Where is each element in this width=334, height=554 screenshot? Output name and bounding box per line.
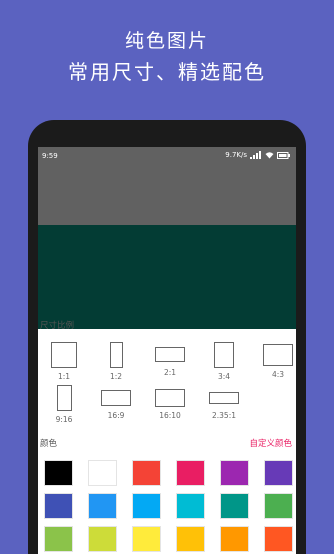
color-swatch-yellow[interactable] (132, 526, 161, 552)
promo-title: 纯色图片 (124, 30, 209, 52)
status-indicators: 9.7K/s (225, 151, 290, 159)
ratio-label: 3:4 (217, 372, 231, 381)
ratio-option-1-2[interactable]: 1:2 (91, 342, 141, 381)
color-swatch-deep-purple[interactable] (264, 460, 293, 486)
ratio-shape (101, 390, 131, 406)
color-swatch-green[interactable] (264, 493, 293, 519)
ratio-shape (263, 344, 293, 366)
ratio-shape (51, 342, 77, 368)
color-swatch-teal[interactable] (220, 493, 249, 519)
color-swatch-light-green[interactable] (44, 526, 73, 552)
ratio-option-9-16[interactable]: 9:16 (39, 385, 89, 424)
color-swatch-amber[interactable] (176, 526, 205, 552)
color-swatch-light-blue[interactable] (132, 493, 161, 519)
color-swatch-deep-orange[interactable] (264, 526, 293, 552)
color-swatch-pink[interactable] (176, 460, 205, 486)
ratio-section-title: 尺寸比例 (40, 321, 75, 331)
ratio-option-16-9[interactable]: 16:9 (91, 385, 141, 420)
ratio-label: 2.35:1 (212, 411, 236, 420)
color-section-title: 颜色 (40, 439, 58, 449)
signal-icon (250, 151, 261, 159)
preview-top (38, 165, 296, 225)
status-time: 9:59 (42, 152, 58, 160)
ratio-option-16-10[interactable]: 16:10 (145, 385, 195, 420)
ratio-shape (155, 389, 185, 407)
wifi-icon (265, 152, 274, 159)
ratio-label: 2:1 (163, 368, 177, 377)
network-speed: 9.7K/s (225, 151, 247, 159)
status-bar: 9:59 9.7K/s (38, 147, 296, 165)
phone-screen: 9:59 9.7K/s 尺寸比例 1:1 1:2 2:1 3:4 4:3 9:1… (38, 147, 296, 554)
ratio-shape (56, 385, 72, 411)
ratio-label: 16:9 (107, 411, 125, 420)
color-swatch-black[interactable] (44, 460, 73, 486)
promo-subtitle: 常用尺寸、精选配色 (68, 60, 266, 84)
battery-icon (277, 151, 290, 159)
color-swatch-red[interactable] (132, 460, 161, 486)
color-swatch-orange[interactable] (220, 526, 249, 552)
ratio-label: 16:10 (159, 411, 181, 420)
ratio-label: 1:2 (109, 372, 123, 381)
ratio-option-2-1[interactable]: 2:1 (145, 342, 195, 377)
ratio-option-2-35-1[interactable]: 2.35:1 (199, 385, 249, 420)
ratio-shape (155, 347, 185, 362)
ratio-option-3-4[interactable]: 3:4 (199, 342, 249, 381)
color-swatch-cyan[interactable] (176, 493, 205, 519)
ratio-shape (214, 342, 234, 368)
color-swatch-white[interactable] (88, 460, 117, 486)
ratio-option-4-3[interactable]: 4:3 (253, 342, 296, 379)
color-swatch-lime[interactable] (88, 526, 117, 552)
color-swatch-indigo[interactable] (44, 493, 73, 519)
ratio-option-1-1[interactable]: 1:1 (39, 342, 89, 381)
color-preview (38, 225, 296, 329)
custom-color-button[interactable]: 自定义颜色 (249, 437, 292, 449)
color-swatch-blue[interactable] (88, 493, 117, 519)
ratio-shape (209, 392, 239, 404)
color-swatch-purple[interactable] (220, 460, 249, 486)
ratio-label: 1:1 (57, 372, 71, 381)
ratio-label: 9:16 (55, 415, 73, 424)
ratio-shape (109, 342, 123, 368)
ratio-label: 4:3 (271, 370, 285, 379)
